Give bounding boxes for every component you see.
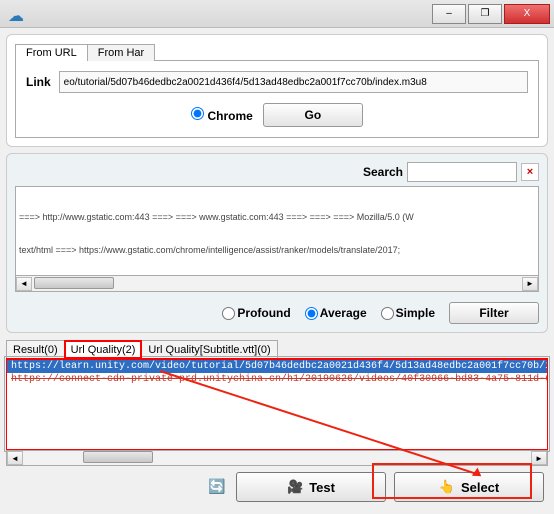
search-input[interactable] — [407, 162, 517, 182]
search-label: Search — [363, 165, 403, 179]
clear-search-icon[interactable]: × — [521, 163, 539, 181]
go-button[interactable]: Go — [263, 103, 363, 127]
scroll-left-icon[interactable]: ◄ — [16, 277, 32, 291]
link-label: Link — [26, 75, 51, 89]
radio-profound[interactable]: Profound — [222, 306, 290, 320]
result-list[interactable]: https://learn.unity.com/video/tutorial/5… — [6, 358, 548, 450]
radio-simple[interactable]: Simple — [381, 306, 435, 320]
tab-result[interactable]: Result(0) — [6, 340, 65, 359]
scroll-left-icon[interactable]: ◄ — [7, 451, 23, 465]
radio-chrome[interactable]: Chrome — [191, 107, 253, 123]
log-textarea[interactable]: ===> http://www.gstatic.com:443 ===> ===… — [15, 186, 539, 276]
tab-url-quality-subtitle[interactable]: Url Quality[Subtitle.vtt](0) — [141, 340, 277, 359]
camera-icon — [287, 479, 303, 495]
tab-url-quality[interactable]: Url Quality(2) — [64, 340, 143, 359]
filter-button[interactable]: Filter — [449, 302, 539, 324]
radio-average[interactable]: Average — [305, 306, 367, 320]
test-button[interactable]: Test — [236, 472, 386, 502]
tab-from-har[interactable]: From Har — [87, 44, 155, 61]
maximize-button[interactable]: ❐ — [468, 4, 502, 24]
scroll-right-icon[interactable]: ► — [522, 277, 538, 291]
result-line-selected[interactable]: https://learn.unity.com/video/tutorial/5… — [7, 360, 547, 373]
minimize-button[interactable]: – — [432, 4, 466, 24]
radio-chrome-input[interactable] — [191, 107, 204, 120]
app-icon: ☁ — [8, 6, 24, 22]
scroll-thumb[interactable] — [34, 277, 114, 289]
scroll-thumb[interactable] — [83, 451, 153, 463]
log-hscrollbar[interactable]: ◄ ► — [15, 276, 539, 292]
close-button[interactable]: X — [504, 4, 550, 24]
scroll-right-icon[interactable]: ► — [531, 451, 547, 465]
link-input[interactable] — [59, 71, 528, 93]
refresh-icon[interactable] — [206, 476, 228, 498]
tab-from-url[interactable]: From URL — [15, 44, 88, 61]
result-line[interactable]: https://connect-cdn-private-prd.unitychi… — [7, 373, 547, 386]
annotation-box — [372, 463, 532, 499]
